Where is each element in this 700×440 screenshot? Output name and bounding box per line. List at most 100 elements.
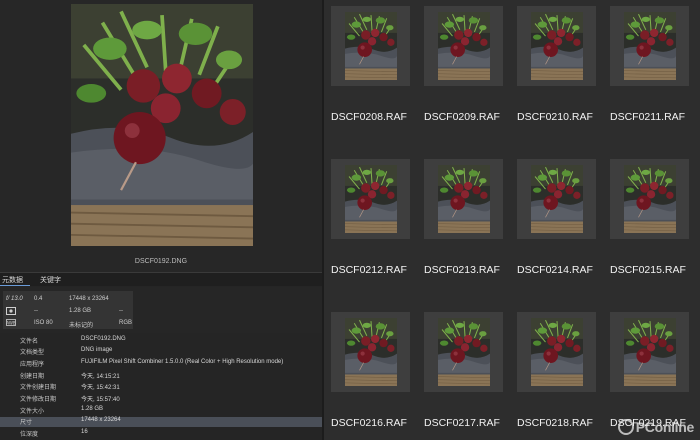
active-tab-indicator <box>0 285 30 286</box>
metadata-key: 应用程序 <box>20 362 45 368</box>
watermark: PConline <box>617 418 695 436</box>
metadata-row-selected[interactable]: 尺寸 17448 x 23264 <box>0 417 322 427</box>
metadata-key: 位深度 <box>20 432 39 438</box>
thumbnail-filename: DSCF0217.RAF <box>424 417 500 429</box>
thumbnail-cell[interactable]: DSCF0214.RAF <box>510 153 603 303</box>
white-balance-icon: AWB <box>6 319 16 328</box>
metadata-row[interactable]: 创建日期 今天, 14:15:21 <box>0 371 322 381</box>
thumbnail-cell[interactable]: DSCF0215.RAF <box>603 153 696 303</box>
thumbnail-filename: DSCF0208.RAF <box>331 111 407 123</box>
thumbnail-cell[interactable]: DSCF0210.RAF <box>510 0 603 150</box>
metadata-row[interactable]: 文件修改日期 今天, 15:57:40 <box>0 394 322 404</box>
metadata-value: 今天, 14:15:21 <box>81 374 120 380</box>
thumbnail-filename: DSCF0209.RAF <box>424 111 500 123</box>
image-dimensions: 17448 x 23264 <box>69 296 109 302</box>
metadata-key: 文件名 <box>20 339 39 345</box>
thumbnail-cell[interactable]: DSCF0212.RAF <box>324 153 417 303</box>
thumbnail-image <box>531 318 583 386</box>
metadata-row[interactable]: 文件大小 1.28 GB <box>0 406 322 416</box>
camera-info-box: f/ 13.0 0.4 -- AWB ISO 80 17448 x 23264 … <box>3 291 133 329</box>
thumbnail-frame[interactable] <box>517 312 596 392</box>
metadata-value: 1.28 GB <box>81 406 104 412</box>
thumbnail-cell[interactable]: DSCF0213.RAF <box>417 153 510 303</box>
thumbnail-frame[interactable] <box>331 312 410 392</box>
metadata-row[interactable]: 文件名 DSCF0192.DNG <box>0 336 322 346</box>
thumbnail-image <box>345 12 397 80</box>
watermark-text: PConline <box>635 419 695 435</box>
metering-icon <box>6 307 16 317</box>
thumbnail-filename: DSCF0214.RAF <box>517 264 593 276</box>
thumbnail-image <box>345 165 397 233</box>
tab-metadata[interactable]: 元数据 <box>2 275 23 285</box>
thumbnail-image <box>345 318 397 386</box>
preview-panel: DSCF0192.DNG 元数据 关键字 f/ 13.0 0.4 -- AWB … <box>0 0 322 440</box>
color-mode: RGB <box>119 320 133 326</box>
thumbnail-cell[interactable]: DSCF0211.RAF <box>603 0 696 150</box>
thumbnail-frame[interactable] <box>424 159 503 239</box>
thumbnail-filename: DSCF0218.RAF <box>517 417 593 429</box>
rating-label: 未标记的 <box>69 323 94 329</box>
thumbnail-cell[interactable]: DSCF0218.RAF <box>510 306 603 440</box>
thumbnail-frame[interactable] <box>610 6 689 86</box>
thumbnail-frame[interactable] <box>517 6 596 86</box>
camera-info: f/ 13.0 0.4 -- AWB ISO 80 17448 x 23264 … <box>0 287 322 333</box>
metadata-list: 文件名 DSCF0192.DNG 文档类型 DNG image 应用程序 FUJ… <box>0 335 322 440</box>
aperture-value: f/ 13.0 <box>6 296 23 302</box>
metadata-value: 16 <box>81 429 88 435</box>
thumbnail-cell[interactable]: DSCF0208.RAF <box>324 0 417 150</box>
metadata-key: 文件修改日期 <box>20 397 57 403</box>
thumbnail-cell[interactable]: DSCF0209.RAF <box>417 0 510 150</box>
thumbnail-frame[interactable] <box>610 159 689 239</box>
thumbnail-frame[interactable] <box>610 312 689 392</box>
thumbnail-filename: DSCF0212.RAF <box>331 264 407 276</box>
metadata-key: 文件大小 <box>20 409 45 415</box>
preview-filename: DSCF0192.DNG <box>134 258 188 265</box>
thumbnail-frame[interactable] <box>517 159 596 239</box>
exposure-bias-value: -- <box>34 308 38 314</box>
watermark-logo-icon <box>617 419 634 435</box>
thumbnail-image <box>624 12 676 80</box>
thumbnail-filename: DSCF0213.RAF <box>424 264 500 276</box>
thumbnail-image <box>624 318 676 386</box>
thumbnail-image <box>624 165 676 233</box>
thumbnail-image <box>438 165 490 233</box>
metadata-value: 今天, 15:57:40 <box>81 397 120 403</box>
thumbnail-frame[interactable] <box>424 6 503 86</box>
shutter-value: 0.4 <box>34 296 43 302</box>
iso-value: ISO 80 <box>34 320 53 326</box>
metadata-key: 文档类型 <box>20 350 45 356</box>
file-size: 1.28 GB <box>69 308 92 314</box>
metadata-row[interactable]: 文件创建日期 今天, 15:42:31 <box>0 382 322 392</box>
metadata-row[interactable]: 应用程序 FUJIFILM Pixel Shift Combiner 1.5.0… <box>0 359 322 369</box>
metadata-key: 文件创建日期 <box>20 385 57 391</box>
metadata-key: 尺寸 <box>20 420 33 426</box>
thumbnail-image <box>438 318 490 386</box>
thumbnail-cell[interactable]: DSCF0216.RAF <box>324 306 417 440</box>
thumbnail-frame[interactable] <box>424 312 503 392</box>
metadata-value: 17448 x 23264 <box>81 417 121 423</box>
metadata-value: DNG image <box>81 347 113 353</box>
thumbnail-filename: DSCF0215.RAF <box>610 264 686 276</box>
thumbnail-image <box>531 165 583 233</box>
thumbnail-frame[interactable] <box>331 6 410 86</box>
thumbnail-filename: DSCF0216.RAF <box>331 417 407 429</box>
preview-area: DSCF0192.DNG <box>0 0 322 272</box>
thumbnail-filename: DSCF0210.RAF <box>517 111 593 123</box>
metadata-row[interactable]: 位深度 16 <box>0 429 322 439</box>
thumbnail-image <box>531 12 583 80</box>
metadata-key: 创建日期 <box>20 374 45 380</box>
panel-tabbar: 元数据 关键字 <box>0 272 322 286</box>
metadata-value: 今天, 15:42:31 <box>81 385 120 391</box>
tab-keywords[interactable]: 关键字 <box>40 275 61 285</box>
metadata-value: DSCF0192.DNG <box>81 336 126 342</box>
preview-image[interactable] <box>71 4 253 246</box>
metadata-value: FUJIFILM Pixel Shift Combiner 1.5.0.0 (R… <box>81 359 284 365</box>
thumbnail-image <box>438 12 490 80</box>
metadata-row[interactable]: 文档类型 DNG image <box>0 347 322 357</box>
thumbnail-filename: DSCF0211.RAF <box>610 111 686 123</box>
exposure-value: -- <box>119 308 123 314</box>
svg-text:AWB: AWB <box>6 320 15 325</box>
thumbnail-grid: DSCF0208.RAF DSCF0209.RAF DSCF0210.RAF D… <box>324 0 700 440</box>
thumbnail-frame[interactable] <box>331 159 410 239</box>
thumbnail-cell[interactable]: DSCF0217.RAF <box>417 306 510 440</box>
